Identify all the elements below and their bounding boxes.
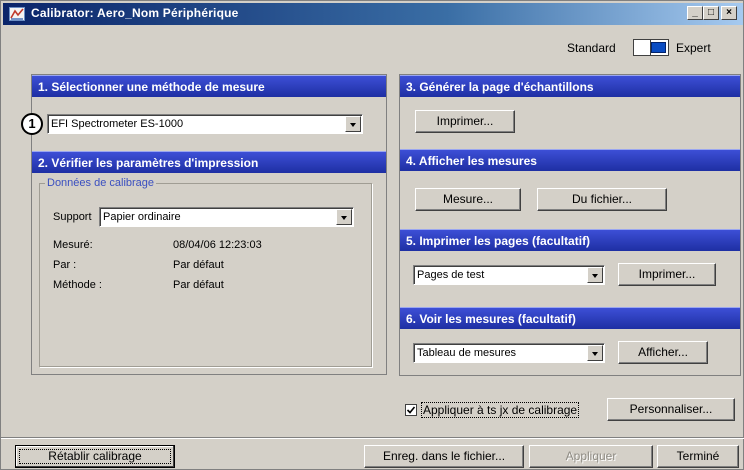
by-value: Par défaut (173, 259, 224, 271)
measurement-method-value: EFI Spectrometer ES-1000 (51, 118, 184, 130)
reset-calibration-button[interactable]: Rétablir calibrage (15, 445, 175, 468)
measured-label: Mesuré: (53, 239, 93, 251)
print-samples-button[interactable]: Imprimer... (415, 110, 515, 133)
apply-all-label[interactable]: Appliquer à ts jx de calibrage (420, 402, 580, 418)
chevron-down-icon[interactable] (587, 345, 603, 361)
calibrator-window: Calibrator: Aero_Nom Périphérique _ □ × … (0, 0, 744, 470)
test-pages-select[interactable]: Pages de test (413, 265, 605, 285)
done-button[interactable]: Terminé (657, 445, 739, 468)
support-value: Papier ordinaire (103, 211, 181, 223)
measurement-method-select[interactable]: EFI Spectrometer ES-1000 (47, 114, 363, 134)
section6-header: 6. Voir les mesures (facultatif) (400, 307, 740, 329)
print-pages-button[interactable]: Imprimer... (618, 263, 716, 286)
test-pages-value: Pages de test (417, 269, 485, 281)
close-button[interactable]: × (721, 6, 737, 20)
calibration-data-title: Données de calibrage (45, 177, 157, 189)
calibrator-app-icon (9, 7, 25, 21)
from-file-button[interactable]: Du fichier... (537, 188, 667, 211)
section5-header: 5. Imprimer les pages (facultatif) (400, 229, 740, 251)
standard-mode-label[interactable]: Standard (567, 41, 616, 55)
footer-highlight (1, 438, 744, 439)
measured-value: 08/04/06 12:23:03 (173, 239, 262, 251)
method-value: Par défaut (173, 279, 224, 291)
expert-mode-indicator (651, 42, 666, 53)
expert-mode-label[interactable]: Expert (676, 41, 711, 55)
section3-header: 3. Générer la page d'échantillons (400, 75, 740, 97)
support-label: Support (53, 211, 92, 223)
apply-button[interactable]: Appliquer (529, 445, 653, 468)
customize-button[interactable]: Personnaliser... (607, 398, 735, 421)
by-label: Par : (53, 259, 77, 271)
section1-header: 1. Sélectionner une méthode de mesure (32, 75, 386, 97)
title-bar[interactable]: Calibrator: Aero_Nom Périphérique _ □ × (3, 3, 743, 25)
apply-all-checkbox[interactable] (405, 404, 417, 416)
measure-button[interactable]: Mesure... (415, 188, 521, 211)
section2-header: 2. Vérifier les paramètres d'impression (32, 151, 386, 173)
chevron-down-icon[interactable] (587, 267, 603, 283)
mode-toggle-switch[interactable] (633, 39, 669, 56)
show-measurements-button[interactable]: Afficher... (618, 341, 708, 364)
chevron-down-icon[interactable] (336, 209, 352, 225)
chevron-down-icon[interactable] (345, 116, 361, 132)
view-measurements-select[interactable]: Tableau de mesures (413, 343, 605, 363)
view-measurements-value: Tableau de mesures (417, 347, 517, 359)
maximize-button[interactable]: □ (703, 6, 719, 20)
step-badge: 1 (21, 113, 43, 135)
window-title: Calibrator: Aero_Nom Périphérique (31, 6, 239, 20)
save-to-file-button[interactable]: Enreg. dans le fichier... (364, 445, 524, 468)
method-label: Méthode : (53, 279, 102, 291)
section4-header: 4. Afficher les mesures (400, 149, 740, 171)
minimize-button[interactable]: _ (687, 6, 703, 20)
support-select[interactable]: Papier ordinaire (99, 207, 354, 227)
